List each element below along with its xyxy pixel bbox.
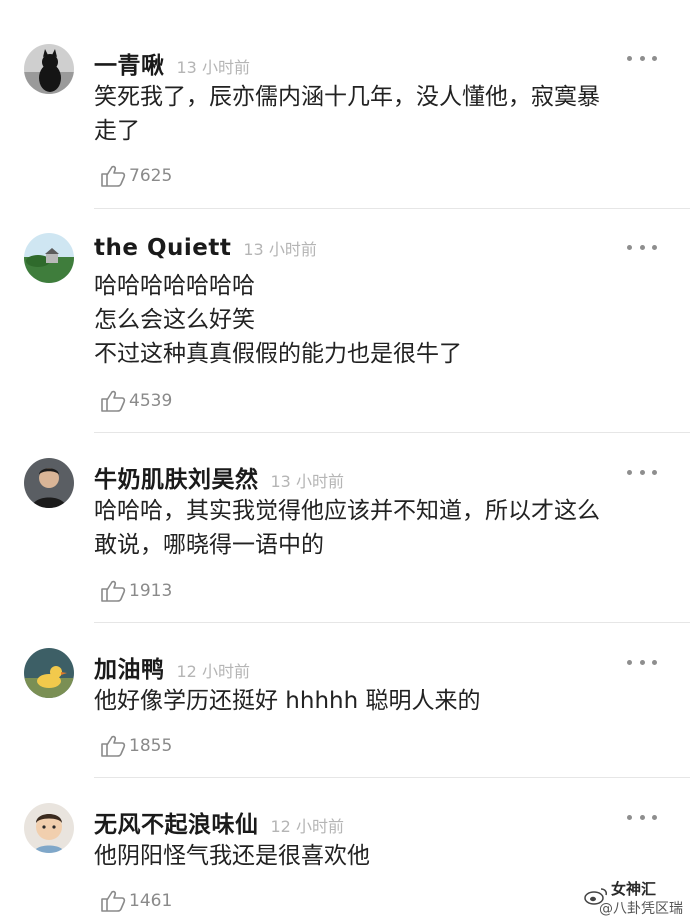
like-button[interactable]: 7625 (100, 163, 172, 189)
divider (94, 208, 690, 209)
more-options-icon[interactable] (627, 242, 657, 252)
avatar[interactable] (24, 648, 74, 698)
thumbs-up-icon (101, 580, 126, 602)
username[interactable]: the Quiett 13 小时前 (94, 235, 317, 261)
like-count: 4539 (129, 391, 173, 411)
timestamp: 13 小时前 (270, 472, 344, 491)
like-button[interactable]: 1855 (100, 733, 172, 759)
comment-text: 笑死我了，辰亦儒内涵十几年，没人懂他，寂寞暴 走了 (94, 84, 600, 144)
more-options-icon[interactable] (627, 657, 657, 667)
watermark: 女神汇 @八卦凭区瑞 (583, 878, 683, 918)
more-options-icon[interactable] (627, 812, 657, 822)
timestamp: 12 小时前 (270, 817, 344, 836)
comment-text: 哈哈哈，其实我觉得他应该并不知道，所以才这么 敢说，哪晓得一语中的 (94, 498, 600, 558)
timestamp: 13 小时前 (176, 58, 250, 77)
thumbs-up-icon (101, 890, 126, 912)
avatar[interactable] (24, 44, 74, 94)
more-options-icon[interactable] (627, 467, 657, 477)
like-count: 1913 (129, 581, 173, 601)
watermark-subtitle: @八卦凭区瑞 (599, 901, 683, 917)
divider (94, 432, 690, 433)
comment-text: 他好像学历还挺好 hhhhh 聪明人来的 (94, 688, 481, 714)
avatar[interactable] (24, 458, 74, 508)
username[interactable]: 一青啾 13 小时前 (94, 46, 250, 80)
thumbs-up-icon (101, 390, 126, 412)
timestamp: 13 小时前 (243, 240, 317, 259)
comment-text: 他阴阳怪气我还是很喜欢他 (94, 843, 370, 869)
timestamp: 12 小时前 (176, 662, 250, 681)
like-button[interactable]: 1461 (100, 888, 172, 914)
comment-text: 哈哈哈哈哈哈哈 怎么会这么好笑 不过这种真真假假的能力也是很牛了 (94, 273, 462, 367)
avatar[interactable] (24, 233, 74, 283)
like-button[interactable]: 4539 (100, 388, 172, 414)
username[interactable]: 无风不起浪味仙 12 小时前 (94, 805, 344, 839)
thumbs-up-icon (101, 165, 126, 187)
landscape-avatar-icon (24, 233, 74, 283)
duck-avatar-icon (24, 648, 74, 698)
divider (94, 777, 690, 778)
thumbs-up-icon (101, 735, 126, 757)
black-cat-avatar-icon (24, 44, 74, 94)
avatar[interactable] (24, 803, 74, 853)
child-portrait-avatar-icon (24, 803, 74, 853)
like-count: 7625 (129, 166, 173, 186)
like-count: 1461 (129, 891, 173, 911)
man-portrait-avatar-icon (24, 458, 74, 508)
watermark-title: 女神汇 (611, 880, 657, 898)
like-button[interactable]: 1913 (100, 578, 172, 604)
username[interactable]: 牛奶肌肤刘昊然 13 小时前 (94, 460, 344, 494)
divider (94, 622, 690, 623)
username[interactable]: 加油鸭 12 小时前 (94, 650, 250, 684)
more-options-icon[interactable] (627, 53, 657, 63)
like-count: 1855 (129, 736, 173, 756)
